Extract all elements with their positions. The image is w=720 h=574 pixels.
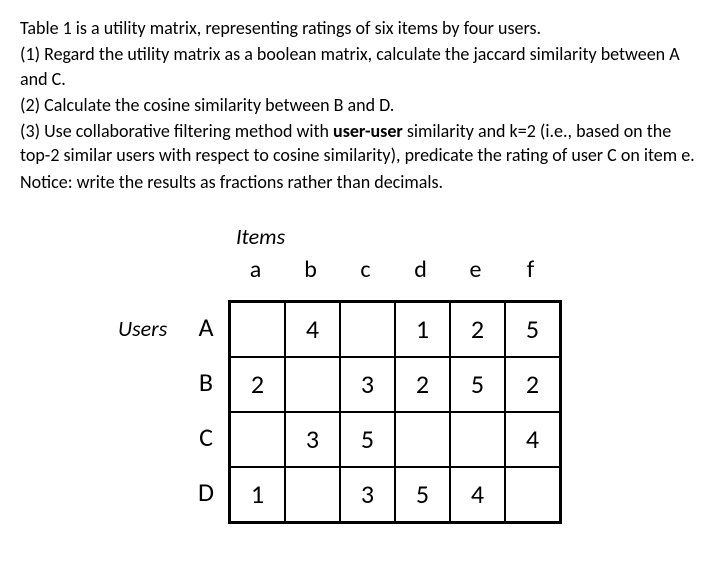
- column-headers: a b c d e f: [228, 254, 700, 286]
- col-header-d: d: [393, 254, 448, 286]
- question-2: (2) Calculate the cosine similarity betw…: [20, 93, 700, 117]
- row-header-D: D: [184, 465, 228, 520]
- cell-D-c: 3: [340, 467, 395, 522]
- cell-C-a: [230, 412, 285, 467]
- cell-B-b: [285, 357, 340, 412]
- users-axis-label: Users: [118, 300, 184, 344]
- cell-B-a: 2: [230, 357, 285, 412]
- cell-A-d: 1: [395, 302, 450, 357]
- cell-C-f: 4: [505, 412, 560, 467]
- problem-statement: Table 1 is a utility matrix, representin…: [20, 16, 700, 194]
- question-1: (1) Regard the utility matrix as a boole…: [20, 42, 700, 91]
- cell-D-f: [505, 467, 560, 522]
- cell-A-a: [230, 302, 285, 357]
- q3-pre: (3) Use collaborative filtering method w…: [20, 120, 333, 142]
- cell-C-c: 5: [340, 412, 395, 467]
- col-header-b: b: [283, 254, 338, 286]
- cell-C-b: 3: [285, 412, 340, 467]
- col-header-e: e: [448, 254, 503, 286]
- cell-C-d: [395, 412, 450, 467]
- q3-bold: user-user: [333, 120, 403, 142]
- col-header-c: c: [338, 254, 393, 286]
- cell-A-c: [340, 302, 395, 357]
- row-headers: A B C D: [184, 300, 228, 520]
- col-header-f: f: [503, 254, 558, 286]
- intro-text: Table 1 is a utility matrix, representin…: [20, 16, 700, 40]
- cell-D-b: [285, 467, 340, 522]
- question-3: (3) Use collaborative filtering method w…: [20, 119, 700, 168]
- cell-D-a: 1: [230, 467, 285, 522]
- items-axis-label: Items: [236, 222, 700, 252]
- cell-D-e: 4: [450, 467, 505, 522]
- notice-text: Notice: write the results as fractions r…: [20, 170, 700, 194]
- cell-B-c: 3: [340, 357, 395, 412]
- cell-A-b: 4: [285, 302, 340, 357]
- cell-A-f: 5: [505, 302, 560, 357]
- cell-A-e: 2: [450, 302, 505, 357]
- cell-B-e: 5: [450, 357, 505, 412]
- matrix-grid: 4 1 2 5 2 3 2 5 2 3 5 4 1 3 5 4: [228, 300, 562, 524]
- row-header-C: C: [184, 410, 228, 465]
- cell-B-f: 2: [505, 357, 560, 412]
- cell-D-d: 5: [395, 467, 450, 522]
- cell-B-d: 2: [395, 357, 450, 412]
- row-header-B: B: [184, 355, 228, 410]
- utility-matrix-table: Items a b c d e f Users A B C D 4 1 2 5 …: [20, 222, 700, 524]
- row-header-A: A: [184, 300, 228, 355]
- col-header-a: a: [228, 254, 283, 286]
- cell-C-e: [450, 412, 505, 467]
